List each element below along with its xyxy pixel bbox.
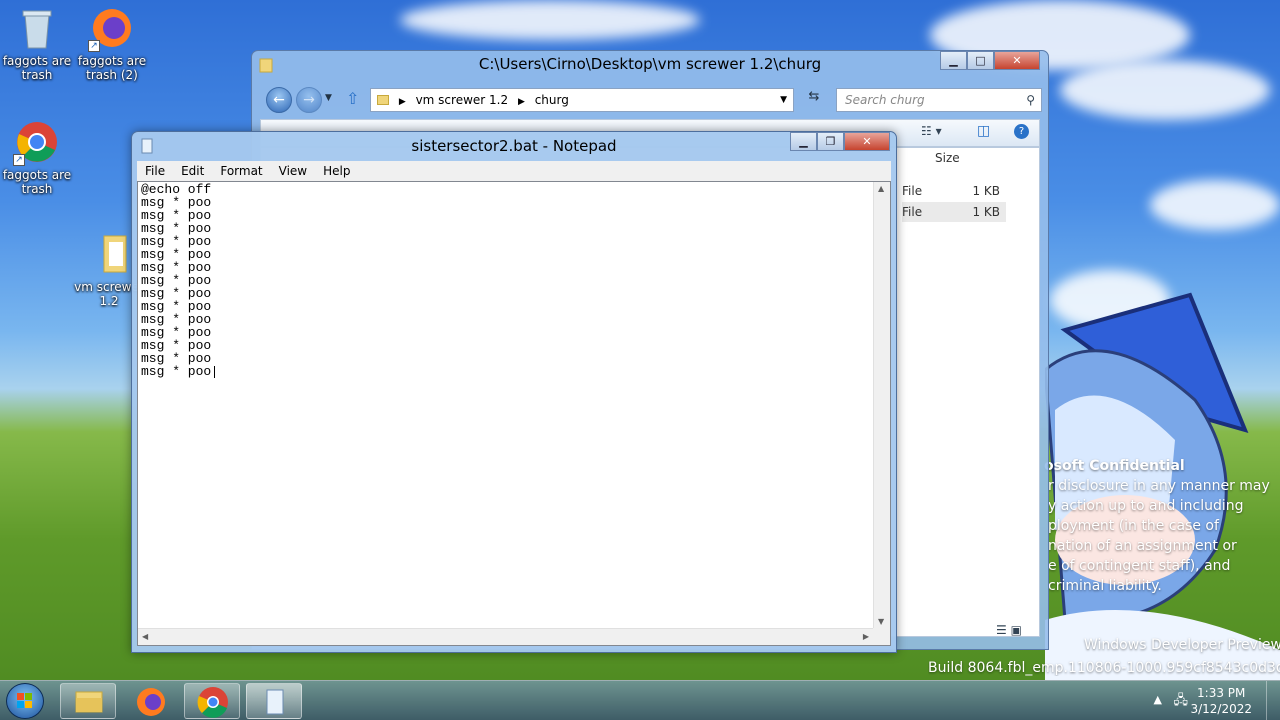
- file-row[interactable]: File 1 KB: [902, 181, 1006, 201]
- close-button[interactable]: ✕: [844, 132, 890, 151]
- restore-button[interactable]: ❐: [817, 132, 844, 151]
- menu-edit[interactable]: Edit: [173, 164, 212, 178]
- horizontal-scrollbar[interactable]: ◀ ▶: [138, 628, 873, 645]
- watermark-line: r disclosure in any manner may: [1048, 478, 1270, 494]
- search-placeholder: Search churg: [845, 93, 925, 107]
- notepad-icon: [266, 689, 284, 715]
- breadcrumb-separator-icon: ▶: [517, 97, 525, 107]
- forward-button[interactable]: →: [296, 87, 322, 113]
- address-bar[interactable]: ▶ vm screwer 1.2 ▶ churg ▼: [370, 88, 794, 112]
- scroll-down-icon[interactable]: ▼: [878, 617, 884, 626]
- help-icon[interactable]: ?: [1014, 124, 1029, 139]
- show-hidden-icons-icon[interactable]: ▲: [1154, 693, 1162, 706]
- network-icon[interactable]: 🖧: [1174, 691, 1189, 713]
- view-options-icon[interactable]: ☷ ▾: [921, 124, 942, 138]
- clock-time: 1:33 PM: [1197, 686, 1246, 700]
- search-input[interactable]: Search churg ⚲: [836, 88, 1042, 112]
- taskbar: ▲ 🖧 1:33 PM 3/12/2022: [0, 680, 1280, 720]
- windows-logo-icon: [17, 693, 32, 708]
- scrollbar-corner: [873, 628, 890, 645]
- maximize-button[interactable]: □: [967, 51, 994, 70]
- close-button[interactable]: ✕: [994, 51, 1040, 70]
- watermark-line: criminal liability.: [1048, 578, 1162, 594]
- shortcut-arrow-icon: ↗: [88, 40, 100, 52]
- desktop-icon-label: faggots are trash: [2, 168, 72, 196]
- desktop-icon-label: faggots are trash (2): [77, 54, 147, 82]
- watermark-line: ployment (in the case of: [1048, 518, 1219, 534]
- watermark-build: Build 8064.fbl_emp.110806-1000.959cf8543…: [928, 660, 1280, 676]
- editor-content[interactable]: @echo off msg * poo msg * poo msg * poo …: [141, 183, 211, 378]
- details-view-icon[interactable]: ☰ ▣: [996, 623, 1022, 637]
- taskbar-chrome[interactable]: [184, 683, 240, 719]
- firefox-icon: [137, 688, 165, 716]
- window-controls: ▁ □ ✕: [940, 51, 1040, 70]
- breadcrumb-separator-icon: ▶: [398, 97, 406, 107]
- firefox-icon: ↗: [88, 6, 134, 52]
- menu-help[interactable]: Help: [315, 164, 358, 178]
- menu-view[interactable]: View: [271, 164, 315, 178]
- watermark-line: nation of an assignment or: [1048, 538, 1237, 554]
- taskbar-firefox[interactable]: [122, 683, 178, 719]
- recycle-bin-icon: [15, 6, 59, 50]
- text-editor[interactable]: @echo off msg * poo msg * poo msg * poo …: [137, 181, 891, 646]
- desktop-icon-label: faggots are trash: [2, 54, 72, 82]
- shortcut-arrow-icon: ↗: [13, 154, 25, 166]
- menu-format[interactable]: Format: [212, 164, 270, 178]
- up-arrow-icon[interactable]: ⇧: [346, 89, 359, 108]
- watermark-edition: Windows Developer Preview: [1084, 637, 1280, 653]
- chrome-icon: ↗: [13, 120, 59, 166]
- clock-date: 3/12/2022: [1190, 702, 1252, 716]
- file-size: 1 KB: [972, 184, 1000, 198]
- breadcrumb-item[interactable]: vm screwer 1.2: [416, 93, 509, 107]
- refresh-icon[interactable]: ⇆: [802, 89, 826, 111]
- window-title: sistersector2.bat - Notepad: [411, 137, 617, 155]
- folder-icon: [75, 691, 103, 713]
- start-button[interactable]: [6, 683, 44, 719]
- file-size: 1 KB: [972, 205, 1000, 219]
- preview-pane-icon[interactable]: ◫: [977, 123, 990, 139]
- window-title: C:\Users\Cirno\Desktop\vm screwer 1.2\ch…: [478, 55, 822, 73]
- watermark-line: y action up to and including: [1048, 498, 1244, 514]
- clock[interactable]: 1:33 PM 3/12/2022: [1190, 685, 1252, 717]
- taskbar-notepad[interactable]: [246, 683, 302, 719]
- minimize-button[interactable]: ▁: [790, 132, 817, 151]
- scroll-left-icon[interactable]: ◀: [142, 632, 148, 641]
- search-icon: ⚲: [1026, 93, 1035, 107]
- address-dropdown-icon[interactable]: ▼: [780, 89, 787, 111]
- desktop-icon-chrome[interactable]: ↗ faggots are trash: [0, 120, 74, 196]
- recent-pages-dropdown-icon[interactable]: ▼: [325, 93, 332, 103]
- watermark-line: e of contingent staff), and: [1048, 558, 1231, 574]
- notepad-window[interactable]: sistersector2.bat - Notepad ▁ ❐ ✕ File E…: [131, 131, 897, 653]
- taskbar-explorer[interactable]: [60, 683, 116, 719]
- menu-file[interactable]: File: [137, 164, 173, 178]
- show-desktop-button[interactable]: [1266, 681, 1280, 720]
- scroll-up-icon[interactable]: ▲: [878, 184, 884, 193]
- desktop-icon-firefox[interactable]: ↗ faggots are trash (2): [75, 6, 149, 82]
- folder-icon: [87, 232, 131, 276]
- file-row[interactable]: File 1 KB: [902, 202, 1006, 222]
- watermark-title: osoft Confidential: [1044, 458, 1185, 474]
- minimize-button[interactable]: ▁: [940, 51, 967, 70]
- desktop-icon-recycle-bin[interactable]: faggots are trash: [0, 6, 74, 82]
- breadcrumb-item[interactable]: churg: [535, 93, 569, 107]
- chrome-icon: [197, 687, 228, 718]
- column-header-size[interactable]: Size: [935, 151, 960, 165]
- folder-icon: [377, 95, 389, 105]
- menu-bar: File Edit Format View Help: [137, 161, 891, 181]
- scroll-right-icon[interactable]: ▶: [863, 632, 869, 641]
- back-button[interactable]: ←: [266, 87, 292, 113]
- window-controls: ▁ ❐ ✕: [790, 132, 890, 151]
- text-caret: [214, 366, 215, 378]
- vertical-scrollbar[interactable]: ▲ ▼: [873, 182, 890, 628]
